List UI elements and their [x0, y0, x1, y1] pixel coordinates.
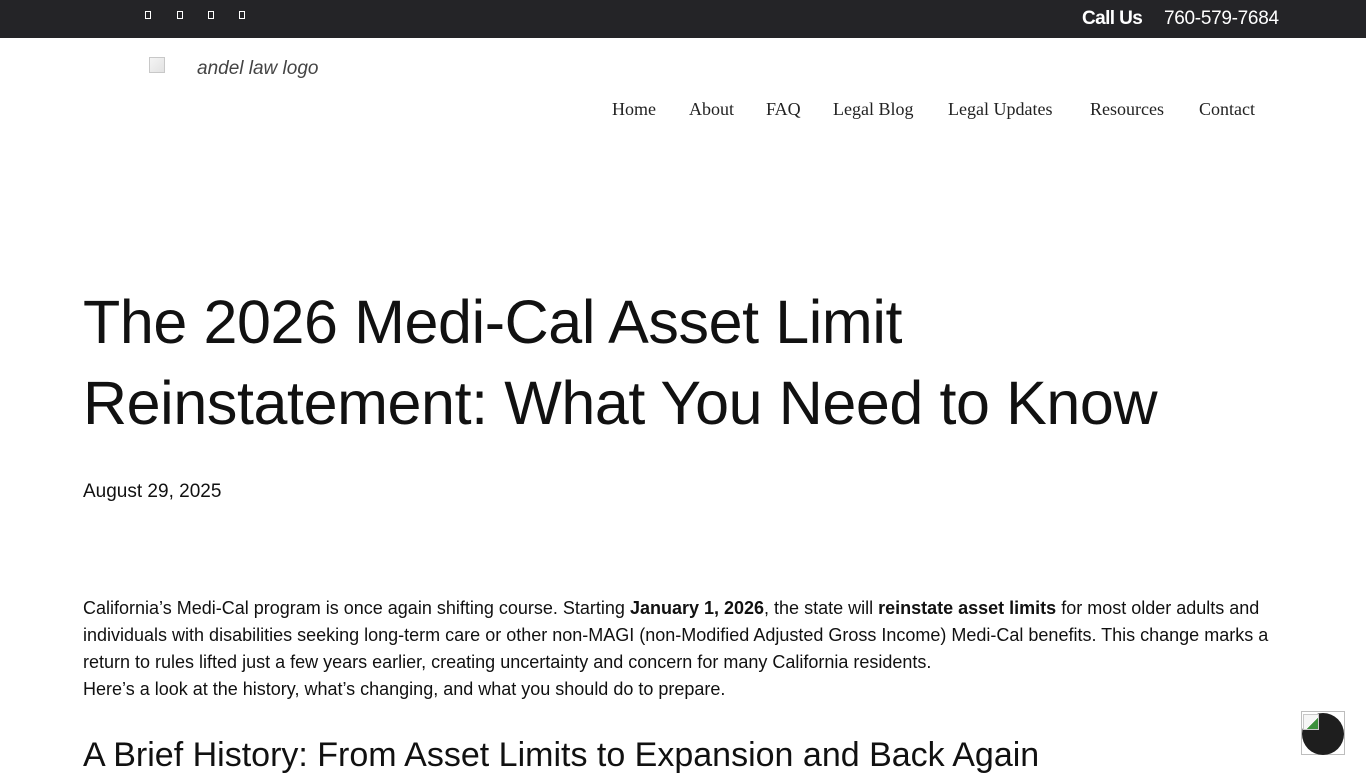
intro-date-emphasis: January 1, 2026 [629, 598, 765, 618]
section-heading-history: A Brief History: From Asset Limits to Ex… [83, 736, 1040, 774]
nav-home[interactable]: Home [612, 99, 656, 120]
article-title-line-1: The 2026 Medi-Cal Asset Limit [83, 288, 903, 356]
article-intro: California’s Medi-Cal program is once ag… [83, 595, 1283, 703]
intro-paragraph-2: Here’s a look at the history, what’s cha… [83, 679, 726, 699]
nav-faq[interactable]: FAQ [766, 99, 801, 120]
broken-image-icon [1303, 714, 1319, 730]
site-logo[interactable]: andel law logo [149, 56, 318, 86]
top-bar: Call Us 760-579-7684 [0, 0, 1366, 38]
article-title: The 2026 Medi-Cal Asset Limit Reinstatem… [83, 282, 1283, 444]
social-icon-1[interactable] [143, 9, 152, 20]
article-date: August 29, 2025 [83, 481, 222, 502]
nav-legal-blog[interactable]: Legal Blog [833, 99, 913, 120]
social-icon-4[interactable] [237, 9, 246, 20]
intro-text: California’s Medi-Cal program is once ag… [83, 598, 630, 618]
social-icon-3[interactable] [206, 9, 215, 20]
logo-alt-text: andel law logo [197, 58, 319, 79]
call-us-label: Call Us [1082, 8, 1143, 29]
nav-legal-updates[interactable]: Legal Updates [948, 99, 1052, 120]
nav-about[interactable]: About [689, 99, 734, 120]
article-title-line-2: Reinstatement: What You Need to Know [83, 369, 1158, 437]
nav-contact[interactable]: Contact [1199, 99, 1255, 120]
social-icon-2[interactable] [175, 9, 184, 20]
intro-asset-emphasis: reinstate asset limits [878, 598, 1057, 618]
broken-image-icon [149, 57, 165, 73]
nav-resources[interactable]: Resources [1090, 99, 1164, 120]
phone-link[interactable]: 760-579-7684 [1164, 8, 1279, 30]
intro-text: , the state will [764, 598, 879, 618]
